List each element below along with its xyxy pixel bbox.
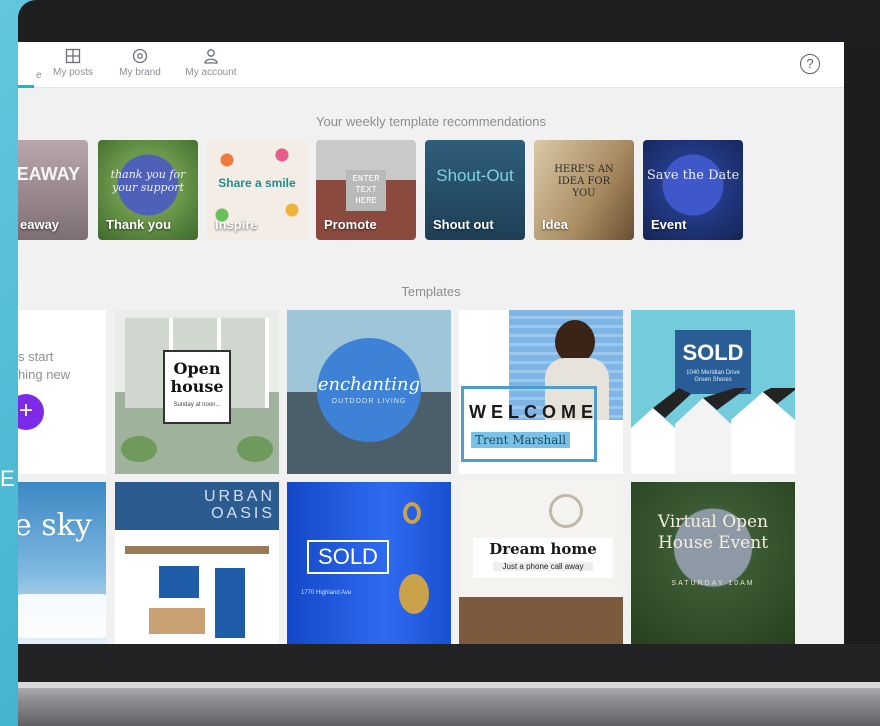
- recommendations-title: Your weekly template recommendations: [315, 114, 547, 129]
- template-sold-door[interactable]: SOLD 1770 Highland Ave: [287, 482, 451, 644]
- template-dream-home[interactable]: Dream home Just a phone call away: [459, 482, 623, 644]
- template-sub: SATURDAY 10AM: [671, 580, 755, 587]
- rec-art-text: Save the Date: [646, 168, 740, 183]
- template-open-house[interactable]: Open house Sunday at noon...: [115, 310, 279, 474]
- rec-label: Inspire: [215, 217, 258, 232]
- rec-art-text: Shout-Out: [436, 166, 514, 185]
- template-sub: Trent Marshall: [471, 432, 571, 448]
- template-sub: Just a phone call away: [493, 562, 593, 571]
- home-icon: [18, 48, 27, 64]
- user-icon: [204, 49, 218, 64]
- create-new-text-1: s start: [18, 349, 54, 364]
- rec-tile-giveaway[interactable]: VEAWAY eaway: [18, 140, 88, 240]
- template-sub: OUTDOOR LIVING: [331, 398, 407, 405]
- rec-label: Event: [651, 217, 687, 232]
- templates-title: Templates: [401, 284, 461, 299]
- template-title: Open house: [170, 359, 224, 396]
- help-icon[interactable]: ?: [800, 54, 820, 74]
- nav-my-brand[interactable]: My brand: [105, 48, 175, 78]
- template-sky[interactable]: e sky: [18, 482, 106, 644]
- nav-my-brand-label: My brand: [119, 67, 161, 78]
- rec-tile-shout-out[interactable]: Shout-Out Shout out: [425, 140, 525, 240]
- template-virtual-open-house[interactable]: Virtual Open House Event SATURDAY 10AM: [631, 482, 795, 644]
- rec-art-text: ENTER TEXT HERE: [346, 170, 386, 211]
- rec-art-text: HERE'S AN IDEA FOR YOU: [554, 164, 614, 199]
- template-title: WELCOME: [469, 402, 598, 422]
- rec-label: Promote: [324, 217, 377, 232]
- template-title: SOLD: [307, 540, 389, 574]
- template-urban-oasis[interactable]: URBAN OASIS: [115, 482, 279, 644]
- template-sold-houses[interactable]: SOLD 1040 Meridian Drive Green Shores: [631, 310, 795, 474]
- nav-active-indicator: [18, 85, 34, 88]
- create-new-plus-button[interactable]: +: [18, 394, 44, 430]
- template-title: enchanting: [317, 374, 421, 395]
- houses-illustration: [631, 388, 795, 474]
- rec-art-text: VEAWAY: [18, 164, 80, 184]
- rec-art-text: thank you for your support: [110, 168, 186, 194]
- rec-label: Idea: [542, 217, 569, 232]
- rec-tile-idea[interactable]: HERE'S AN IDEA FOR YOU Idea: [534, 140, 634, 240]
- rec-tile-inspire[interactable]: Share a smile Inspire: [207, 140, 307, 240]
- create-new-text-2: hing new: [18, 367, 71, 382]
- top-nav: e My posts My brand My account ?: [18, 42, 844, 88]
- laptop-base: [18, 682, 880, 726]
- nav-my-posts-label: My posts: [52, 67, 93, 78]
- app-screen: e My posts My brand My account ? Your we…: [18, 42, 844, 644]
- template-title: Virtual Open House Event: [657, 512, 769, 553]
- rec-tile-thank-you[interactable]: thank you for your support Thank you: [98, 140, 198, 240]
- rec-label: Thank you: [106, 217, 172, 232]
- template-title: e sky: [18, 508, 92, 543]
- rec-label: eaway: [20, 217, 60, 232]
- template-enchanting[interactable]: enchanting OUTDOOR LIVING: [287, 310, 451, 474]
- template-title: SOLD: [682, 340, 744, 365]
- edge-letter: E: [0, 466, 15, 491]
- laptop-bezel: [18, 6, 880, 46]
- rec-tile-promote[interactable]: ENTER TEXT HERE Promote: [316, 140, 416, 240]
- nav-my-account[interactable]: My account: [176, 48, 246, 78]
- template-title: Dream home: [489, 540, 597, 558]
- grid-icon: [65, 48, 81, 64]
- template-art: [631, 482, 795, 644]
- template-sub: 1040 Meridian Drive Green Shores: [686, 370, 740, 383]
- template-sub: Sunday at noon...: [173, 402, 221, 408]
- template-title: URBAN OASIS: [203, 488, 275, 522]
- create-new-tile[interactable]: s start hing new +: [18, 310, 106, 474]
- nav-my-account-label: My account: [185, 67, 237, 78]
- nav-my-posts[interactable]: My posts: [38, 48, 108, 78]
- rec-label: Shout out: [433, 217, 494, 232]
- template-sub: 1770 Highland Ave: [301, 590, 352, 596]
- brand-icon: [132, 48, 148, 64]
- rec-art-text: Share a smile: [218, 176, 296, 190]
- rec-tile-event[interactable]: Save the Date Event: [643, 140, 743, 240]
- laptop-chin: [18, 644, 880, 682]
- template-welcome[interactable]: WELCOME Trent Marshall: [459, 310, 623, 474]
